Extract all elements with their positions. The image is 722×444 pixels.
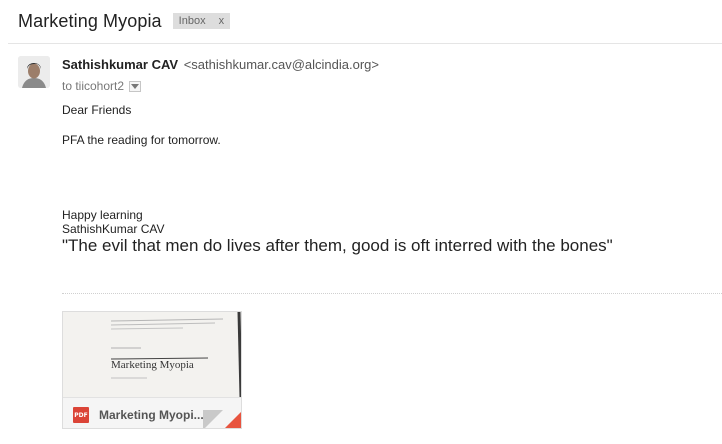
inbox-label-chip[interactable]: Inbox x — [172, 13, 231, 29]
recipient-text: to tiicohort2 — [62, 79, 125, 93]
header-divider — [8, 43, 722, 44]
sender-email: <sathishkumar.cav@alcindia.org> — [183, 57, 380, 72]
attachment-preview: Marketing Myopia — [63, 312, 241, 397]
attachment-separator — [62, 293, 722, 294]
pdf-icon: PDF — [73, 407, 89, 423]
avatar[interactable] — [18, 56, 50, 88]
sender-line: Sathishkumar CAV <sathishkumar.cav@alcin… — [62, 57, 379, 73]
attachment-footer: PDF Marketing Myopi... — [63, 397, 241, 428]
sender-name[interactable]: Sathishkumar CAV — [62, 57, 178, 72]
subject-header: Marketing Myopia Inbox x — [18, 10, 231, 32]
email-subject: Marketing Myopia — [18, 10, 162, 31]
corner-accent-icon — [223, 410, 241, 428]
chevron-down-icon — [131, 83, 140, 89]
signature-line-2: SathishKumar CAV — [62, 222, 165, 236]
message-greeting: Dear Friends — [62, 103, 132, 117]
recipient-line: to tiicohort2 — [62, 78, 142, 94]
sender-photo-icon — [18, 56, 50, 88]
signature-quote: "The evil that men do lives after them, … — [62, 236, 613, 255]
signature-line-1: Happy learning — [62, 208, 143, 222]
remove-label-button[interactable]: x — [219, 15, 225, 27]
show-details-button[interactable] — [129, 80, 142, 92]
pdf-attachment-card[interactable]: Marketing Myopia PDF Marketing Myopi... — [62, 311, 242, 429]
preview-title: Marketing Myopia — [111, 359, 194, 371]
document-preview-image — [63, 312, 241, 397]
message-line: PFA the reading for tomorrow. — [62, 133, 221, 147]
page-fold-icon — [203, 410, 223, 428]
label-chip-text: Inbox — [178, 15, 206, 27]
attachment-filename[interactable]: Marketing Myopi... — [99, 408, 211, 422]
